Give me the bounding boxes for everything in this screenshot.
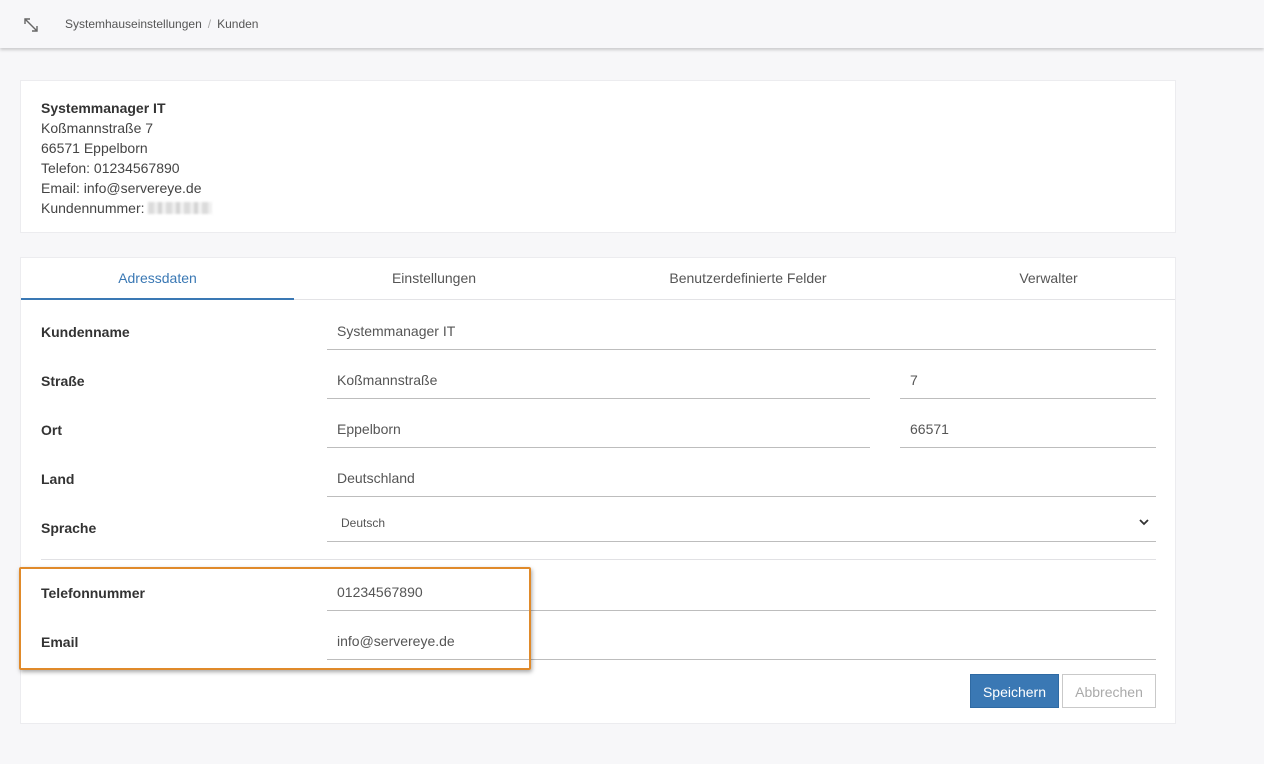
save-button[interactable]: Speichern [970, 674, 1059, 708]
chevron-down-icon [1139, 519, 1149, 526]
customer-number-label: Kundennummer: [41, 200, 145, 216]
section-divider [41, 559, 1156, 560]
field-kundenname [327, 314, 1156, 350]
label-ort: Ort [41, 422, 62, 438]
label-strasse: Straße [41, 373, 85, 389]
customer-info-phone: Telefon: 01234567890 [41, 160, 180, 176]
customer-info-street: Koßmannstraße 7 [41, 120, 154, 136]
tab-einstellungen[interactable]: Einstellungen [294, 258, 574, 299]
breadcrumb-current: Kunden [217, 17, 259, 31]
breadcrumb-link-systemhauseinstellungen[interactable]: Systemhauseinstellungen [65, 17, 202, 31]
customer-number-redacted [148, 202, 213, 214]
strasse-input[interactable] [327, 363, 870, 397]
customer-info: Systemmanager IT Koßmannstraße 7 66571 E… [41, 98, 213, 218]
customer-info-number: Kundennummer: [41, 198, 213, 218]
tab-bar: Adressdaten Einstellungen Benutzerdefini… [21, 258, 1175, 300]
tab-adressdaten[interactable]: Adressdaten [21, 258, 294, 300]
field-land [327, 461, 1156, 497]
label-kundenname: Kundenname [41, 324, 130, 340]
telefonnummer-input[interactable] [327, 575, 1156, 609]
field-strasse [327, 363, 870, 399]
field-hausnummer [900, 363, 1156, 399]
field-telefonnummer [327, 575, 1156, 611]
top-bar: Systemhauseinstellungen / Kunden [0, 0, 1264, 48]
label-telefonnummer: Telefonnummer [41, 585, 145, 601]
customer-form-card: Adressdaten Einstellungen Benutzerdefini… [20, 257, 1176, 724]
customer-info-city: 66571 Eppelborn [41, 140, 148, 156]
email-input[interactable] [327, 624, 1156, 658]
field-email [327, 624, 1156, 660]
hausnummer-input[interactable] [900, 363, 1156, 397]
customer-info-card: Systemmanager IT Koßmannstraße 7 66571 E… [20, 80, 1176, 233]
plz-input[interactable] [900, 412, 1156, 446]
breadcrumb-separator: / [207, 17, 212, 31]
expand-icon[interactable] [22, 16, 40, 34]
kundenname-input[interactable] [327, 314, 1156, 348]
breadcrumb: Systemhauseinstellungen / Kunden [65, 17, 258, 31]
sprache-select[interactable]: Deutsch [327, 506, 1156, 542]
land-input[interactable] [327, 461, 1156, 495]
field-ort [327, 412, 870, 448]
customer-info-email: Email: info@servereye.de [41, 180, 202, 196]
tab-verwalter[interactable]: Verwalter [922, 258, 1175, 299]
tab-benutzerdefinierte-felder[interactable]: Benutzerdefinierte Felder [574, 258, 922, 299]
cancel-button[interactable]: Abbrechen [1062, 674, 1156, 708]
ort-input[interactable] [327, 412, 870, 446]
label-land: Land [41, 471, 75, 487]
label-email: Email [41, 634, 79, 650]
sprache-selected-value: Deutsch [341, 516, 386, 530]
label-sprache: Sprache [41, 520, 97, 536]
customer-info-name: Systemmanager IT [41, 100, 166, 116]
field-plz [900, 412, 1156, 448]
